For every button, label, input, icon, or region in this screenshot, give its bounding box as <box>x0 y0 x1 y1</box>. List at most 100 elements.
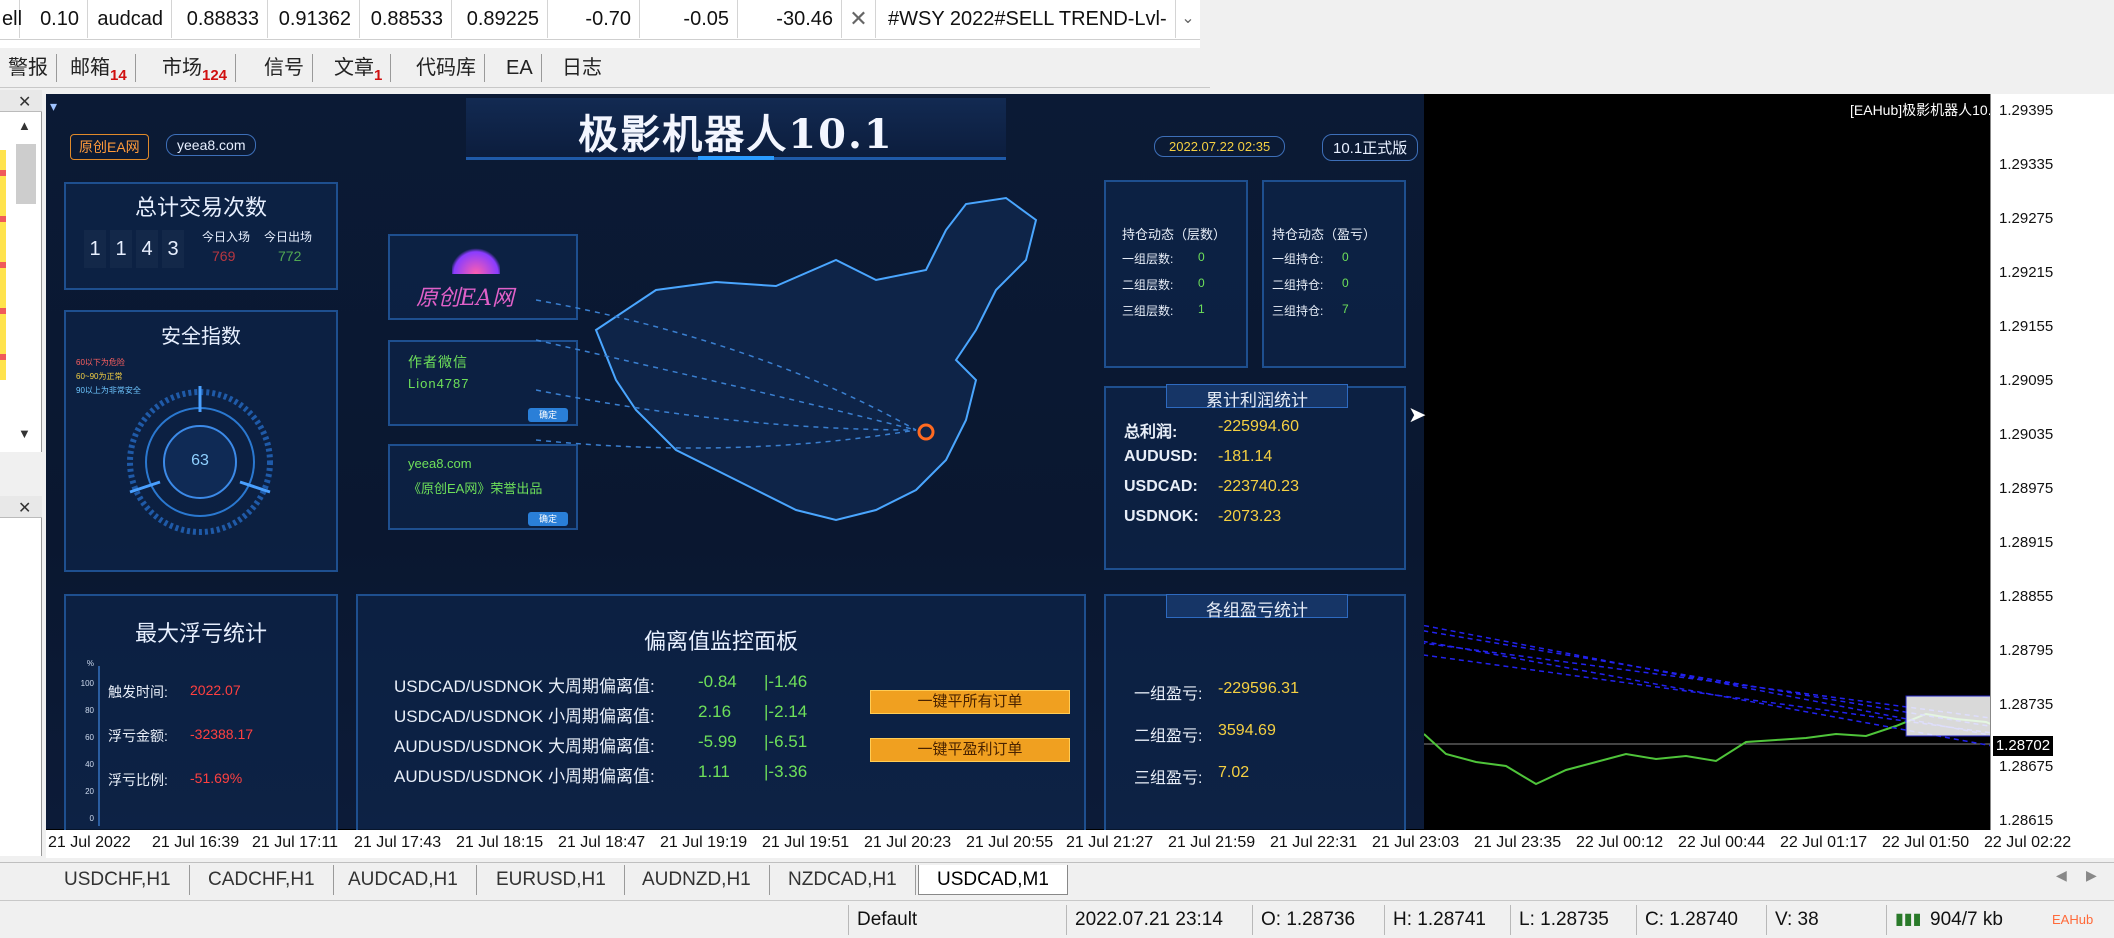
trade-row-2 <box>0 40 1200 48</box>
scroll-down-icon[interactable]: ▼ <box>18 426 36 444</box>
digit: 1 <box>84 230 106 268</box>
connection-bars-icon[interactable]: ▮▮▮ <box>1886 905 1921 935</box>
deviation-box: 偏离值监控面板 USDCAD/USDNOK 大周期偏离值: -0.84 |-1.… <box>356 594 1086 832</box>
close-icon[interactable]: ✕ <box>842 0 876 38</box>
float-axis-line <box>98 666 100 826</box>
title-underline <box>698 156 774 160</box>
profit-row-label: 总利润: <box>1124 424 1178 441</box>
status-close: C: 1.28740 <box>1636 905 1766 935</box>
tab-label: EA <box>506 57 533 79</box>
pos-row-label: 二组层数: <box>1122 278 1174 292</box>
tab-ea[interactable]: EA <box>498 54 542 82</box>
tab-badge: 1 <box>374 67 383 84</box>
profit-row-value: -223740.23 <box>1218 478 1299 495</box>
trade-swap: -0.05 <box>640 0 738 38</box>
max-float-box: 最大浮亏统计 % 100 80 60 40 20 0 触发时间: 2022.07… <box>64 594 338 832</box>
digit: 4 <box>136 230 158 268</box>
deviation-title: 偏离值监控面板 <box>643 629 798 654</box>
chart-tab[interactable]: EURUSD,H1 <box>478 865 625 895</box>
tab-label: 警报 <box>8 57 48 79</box>
chevron-down-icon[interactable]: ⌄ <box>1176 0 1200 38</box>
deviation-row-v2: |-1.46 <box>764 672 808 691</box>
time-tick: 21 Jul 20:55 <box>966 834 1054 851</box>
safety-index-box: 安全指数 60以下为危险 60~90为正常 90以上为非常安全 63 <box>64 310 338 572</box>
profit-row-label: USDCAD: <box>1124 478 1198 495</box>
site-badge[interactable]: 原创EA网 <box>70 134 149 160</box>
price-tick: 1.28975 <box>1999 480 2054 497</box>
datetime-display: 2022.07.22 02:35 <box>1154 136 1286 157</box>
collapse-icon[interactable]: ▾ <box>50 98 57 115</box>
chart-tab[interactable]: AUDNZD,H1 <box>624 865 770 895</box>
data-window-panel[interactable]: ✕ <box>0 496 42 856</box>
group-row-value: -229596.31 <box>1218 680 1299 697</box>
deviation-row-v1: -0.84 <box>698 672 737 691</box>
chart-tab[interactable]: NZDCAD,H1 <box>770 865 916 895</box>
status-datetime: 2022.07.21 23:14 <box>1066 905 1252 935</box>
safety-value: 63 <box>191 452 209 469</box>
close-profit-orders-button[interactable]: 一键平盈利订单 <box>870 738 1070 762</box>
legend-item: 60以下为危险 <box>76 358 125 367</box>
trigger-time-value: 2022.07 <box>190 682 241 698</box>
tab-codebase[interactable]: 代码库 <box>408 54 485 82</box>
tab-label: 邮箱 <box>70 57 110 79</box>
navigator-panel[interactable]: ✕ ▲ ▼ <box>0 90 42 452</box>
float-axis: % 100 80 60 40 20 0 <box>78 658 94 832</box>
profit-stats-title: 累计利润统计 <box>1206 391 1308 410</box>
digit: 1 <box>110 230 132 268</box>
tab-alerts[interactable]: 警报 <box>0 54 57 82</box>
china-map <box>536 196 1038 522</box>
deviation-row-v1: 1.11 <box>698 762 730 781</box>
tab-mailbox[interactable]: 邮箱14 <box>62 54 136 84</box>
color-strip <box>0 150 6 380</box>
time-tick: 21 Jul 17:11 <box>252 834 338 851</box>
pos-row-value: 0 <box>1198 250 1205 264</box>
tab-articles[interactable]: 文章1 <box>326 54 392 84</box>
time-tick: 22 Jul 00:44 <box>1678 834 1766 851</box>
scroll-up-icon[interactable]: ▲ <box>18 118 36 136</box>
current-price-label: 1.28702 <box>1993 736 2053 756</box>
status-traffic: 904/7 kb <box>1930 909 2003 930</box>
chart-tab[interactable]: USDCHF,H1 <box>46 865 190 895</box>
scroll-left-icon[interactable]: ◀ <box>2056 867 2067 884</box>
trade-row[interactable]: ell 0.10 audcad 0.88833 0.91362 0.88533 … <box>0 0 1200 68</box>
close-icon[interactable]: ✕ <box>18 92 31 112</box>
trigger-time-label: 触发时间: <box>108 684 168 700</box>
trade-commission: -0.70 <box>548 0 640 38</box>
group-row-value: 3594.69 <box>1218 722 1276 739</box>
deviation-row-label: USDCAD/USDNOK 小周期偏离值: <box>394 707 655 726</box>
chart-tab-active[interactable]: USDCAD,M1 <box>918 865 1068 895</box>
group-row-value: 7.02 <box>1218 764 1250 781</box>
pos-row-label: 三组持仓: <box>1272 304 1324 318</box>
site-line: yeea8.com <box>408 456 472 471</box>
tab-label: 日志 <box>562 57 602 79</box>
site-url[interactable]: yeea8.com <box>166 134 257 156</box>
float-ratio-value: -51.69% <box>190 770 243 786</box>
trade-digits: 1 1 4 3 <box>84 230 184 268</box>
trade-tp: 0.88533 <box>360 0 452 38</box>
scroll-right-icon[interactable]: ▶ <box>2086 867 2097 884</box>
tab-signals[interactable]: 信号 <box>256 54 313 82</box>
scrollbar-thumb[interactable] <box>16 144 36 204</box>
chart-tab[interactable]: CADCHF,H1 <box>190 865 334 895</box>
price-tick: 1.29155 <box>1999 318 2054 335</box>
chart-window[interactable]: ▾ 极影机器人10.1 原创EA网 yeea8.com 2022.07.22 0… <box>46 94 2036 858</box>
close-all-orders-button[interactable]: 一键平所有订单 <box>870 690 1070 714</box>
max-float-title: 最大浮亏统计 <box>134 621 267 646</box>
trade-open-price: 0.88833 <box>172 0 268 38</box>
profit-row-value: -225994.60 <box>1218 418 1299 435</box>
tab-journal[interactable]: 日志 <box>554 54 610 82</box>
close-icon[interactable]: ✕ <box>18 498 31 518</box>
safety-title: 安全指数 <box>161 326 241 348</box>
tab-label: 信号 <box>264 57 304 79</box>
tab-market[interactable]: 市场124 <box>154 54 237 84</box>
status-high: H: 1.28741 <box>1384 905 1510 935</box>
time-tick: 21 Jul 21:59 <box>1168 834 1256 851</box>
axis-tick: 0 <box>89 814 94 823</box>
chart-tab[interactable]: AUDCAD,H1 <box>330 865 477 895</box>
chart-tabs: USDCHF,H1 CADCHF,H1 AUDCAD,H1 EURUSD,H1 … <box>0 862 2114 898</box>
deviation-row-v2: |-2.14 <box>764 702 808 721</box>
profit-stats-box: 累计利润统计 总利润: -225994.60 AUDUSD: -181.14 U… <box>1104 384 1406 570</box>
time-tick: 21 Jul 19:51 <box>762 834 850 851</box>
deviation-row-v1: 2.16 <box>698 702 732 721</box>
trade-price: 0.89225 <box>452 0 548 38</box>
